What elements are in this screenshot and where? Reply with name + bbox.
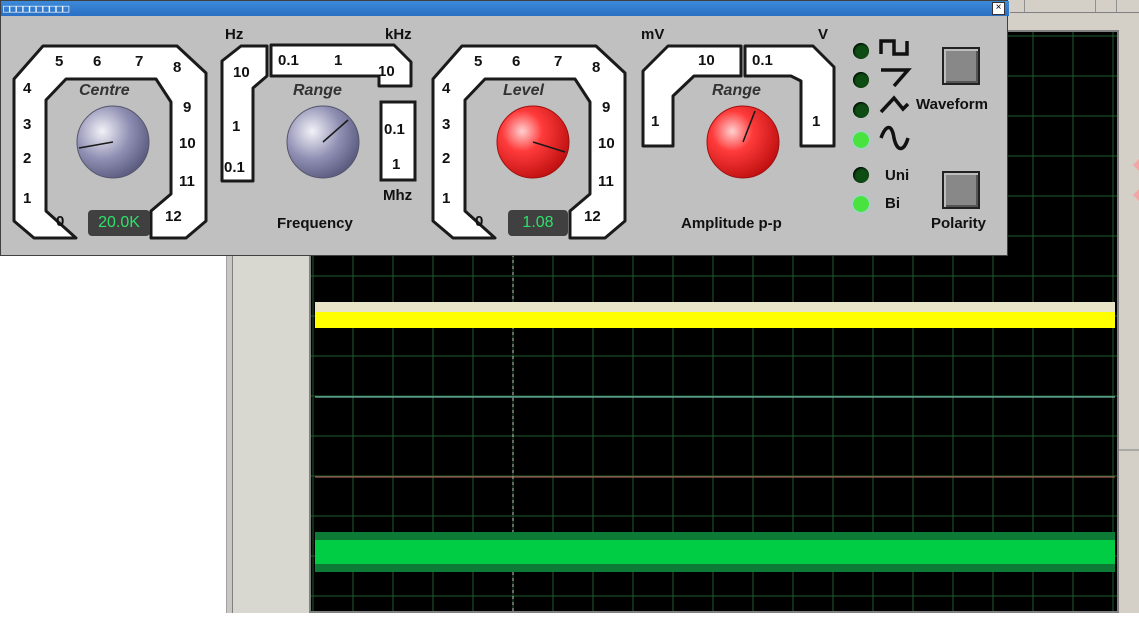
unit-v: V bbox=[818, 26, 829, 43]
centre-scale-9: 9 bbox=[183, 99, 192, 116]
arrow-down-icon bbox=[1133, 189, 1139, 201]
polarity-uni-led bbox=[853, 167, 869, 183]
level-scale-0: 0 bbox=[475, 213, 484, 230]
level-scale-12: 12 bbox=[584, 208, 601, 225]
sawtooth-wave-led bbox=[853, 72, 869, 88]
amp-scale-v-1: 1 bbox=[812, 113, 821, 130]
centre-scale-4: 4 bbox=[23, 80, 32, 97]
amp-scale-v-0.1: 0.1 bbox=[752, 52, 773, 69]
square-wave-icon bbox=[879, 39, 909, 56]
amp-scale-mv-1: 1 bbox=[651, 113, 660, 130]
polarity-button[interactable] bbox=[942, 171, 980, 209]
amplitude-range-title: Range bbox=[712, 82, 761, 99]
centre-readout: 20.0K bbox=[88, 210, 150, 236]
centre-scale-0: 0 bbox=[56, 213, 65, 230]
level-readout: 1.08 bbox=[508, 210, 568, 236]
centre-title: Centre bbox=[79, 82, 130, 99]
channel-a-trace bbox=[315, 312, 1115, 328]
centre-knob[interactable] bbox=[76, 105, 150, 179]
oscilloscope-right-panel bbox=[1119, 30, 1139, 613]
amplitude-range-knob[interactable] bbox=[706, 105, 780, 179]
unit-khz: kHz bbox=[385, 26, 412, 43]
centre-scale-1: 1 bbox=[23, 190, 32, 207]
title-bar[interactable]: □□□□□□□□□□ × bbox=[1, 1, 1009, 16]
centre-scale-10: 10 bbox=[179, 135, 196, 152]
sine-wave-icon bbox=[879, 125, 910, 151]
window-title: □□□□□□□□□□ bbox=[3, 2, 70, 15]
level-scale-8: 8 bbox=[592, 59, 601, 76]
close-button[interactable]: × bbox=[992, 2, 1005, 15]
centre-scale-11: 11 bbox=[179, 173, 195, 190]
centre-scale-12: 12 bbox=[165, 208, 182, 225]
square-wave-led bbox=[853, 43, 869, 59]
sine-wave-led bbox=[853, 132, 869, 148]
oscilloscope-side-panel bbox=[232, 255, 310, 613]
freq-scale-mhz-0.1: 0.1 bbox=[384, 121, 405, 138]
freq-scale-mhz-1: 1 bbox=[392, 156, 401, 173]
centre-scale-8: 8 bbox=[173, 59, 182, 76]
polarity-uni-label: Uni bbox=[885, 167, 910, 184]
triangle-wave-icon bbox=[879, 95, 910, 114]
waveform-button[interactable] bbox=[942, 47, 980, 85]
level-scale-10: 10 bbox=[598, 135, 615, 152]
polarity-bi-label: Bi bbox=[885, 195, 900, 212]
centre-scale-2: 2 bbox=[23, 150, 32, 167]
level-scale-9: 9 bbox=[602, 99, 611, 116]
polarity-button-label: Polarity bbox=[931, 215, 987, 232]
polarity-bi-led bbox=[853, 196, 869, 212]
level-scale-5: 5 bbox=[474, 53, 483, 70]
frequency-range-title: Range bbox=[293, 82, 342, 99]
freq-scale-khz-0.1: 0.1 bbox=[278, 52, 299, 69]
centre-scale-3: 3 bbox=[23, 116, 32, 133]
level-scale-4: 4 bbox=[442, 80, 451, 97]
freq-scale-hz-1: 1 bbox=[232, 118, 241, 135]
sawtooth-wave-icon bbox=[881, 68, 912, 88]
toolbar-strip bbox=[1010, 0, 1139, 13]
unit-mhz: Mhz bbox=[383, 187, 413, 204]
freq-scale-khz-1: 1 bbox=[334, 52, 343, 69]
level-scale-3: 3 bbox=[442, 116, 451, 133]
level-knob[interactable] bbox=[496, 105, 570, 179]
arrow-up-icon bbox=[1133, 159, 1139, 171]
unit-mv: mV bbox=[641, 26, 665, 43]
level-scale-7: 7 bbox=[554, 53, 563, 70]
level-title: Level bbox=[503, 82, 544, 99]
freq-scale-hz-10: 10 bbox=[233, 64, 250, 81]
frequency-range-knob[interactable] bbox=[286, 105, 360, 179]
centre-scale-5: 5 bbox=[55, 53, 64, 70]
freq-scale-khz-10: 10 bbox=[378, 63, 395, 80]
triangle-wave-led bbox=[853, 102, 869, 118]
amp-scale-mv-10: 10 bbox=[698, 52, 715, 69]
freq-scale-hz-0.1: 0.1 bbox=[224, 159, 245, 176]
channel-d-trace bbox=[315, 540, 1115, 564]
level-scale-1: 1 bbox=[442, 190, 451, 207]
level-scale-2: 2 bbox=[442, 150, 451, 167]
level-scale-11: 11 bbox=[598, 173, 614, 190]
amplitude-label: Amplitude p-p bbox=[681, 215, 782, 232]
waveform-button-label: Waveform bbox=[916, 96, 988, 113]
level-scale-6: 6 bbox=[512, 53, 521, 70]
unit-hz: Hz bbox=[225, 26, 244, 43]
frequency-label: Frequency bbox=[277, 215, 353, 232]
centre-scale-7: 7 bbox=[135, 53, 144, 70]
signal-generator-window: □□□□□□□□□□ × Centre 0 1 2 3 4 5 6 7 8 9 … bbox=[0, 0, 1009, 256]
centre-scale-6: 6 bbox=[93, 53, 102, 70]
